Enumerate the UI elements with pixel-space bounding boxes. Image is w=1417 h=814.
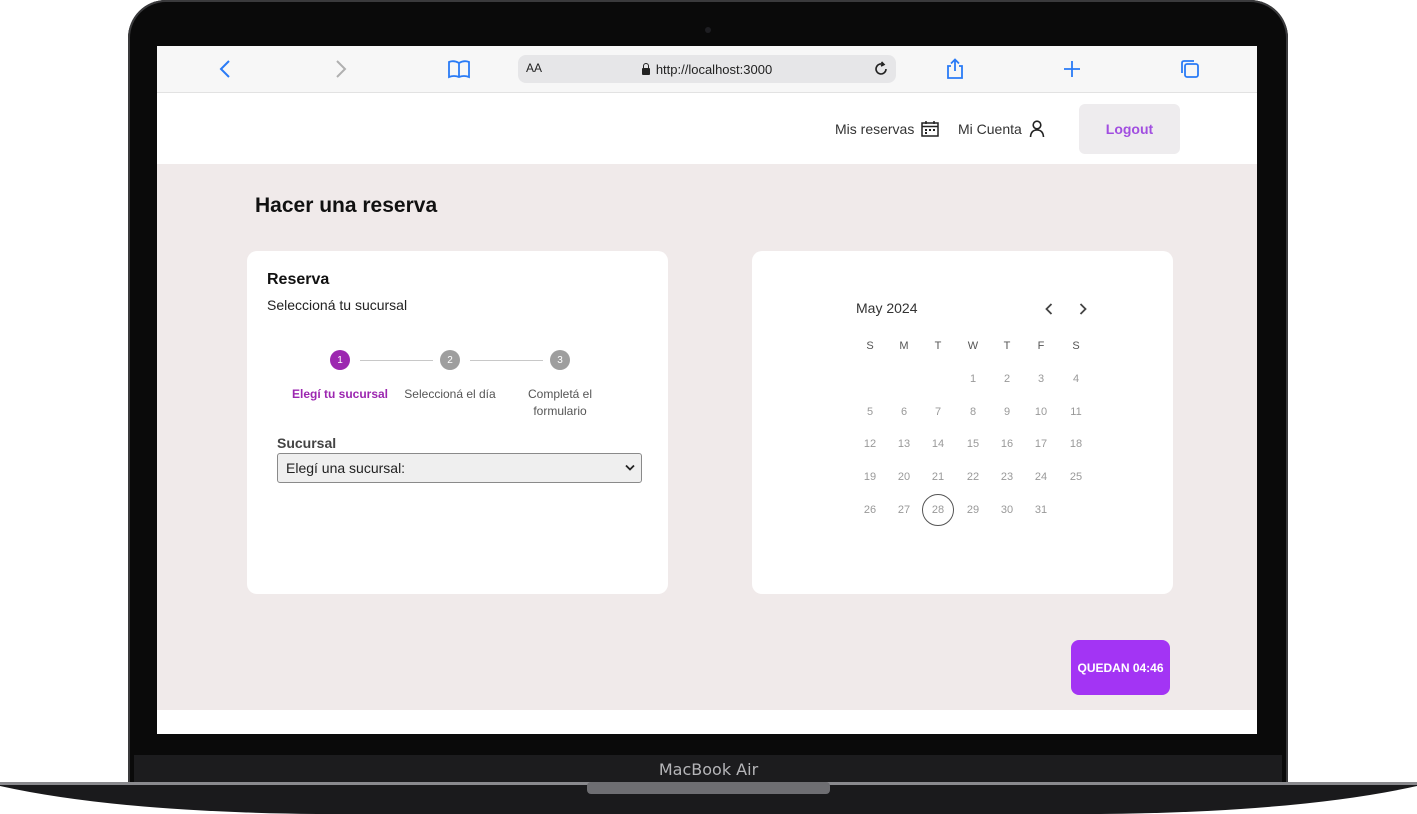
calendar-day[interactable]: 16: [991, 428, 1023, 460]
calendar-day[interactable]: 4: [1060, 363, 1092, 395]
calendar-day[interactable]: 13: [888, 428, 920, 460]
step-2-indicator: 2: [440, 350, 460, 370]
stepper-connector: [360, 360, 433, 361]
step-1-indicator: 1: [330, 350, 350, 370]
calendar-day[interactable]: 24: [1025, 461, 1057, 493]
branch-select-value: Elegí una sucursal:: [286, 460, 406, 476]
new-tab-icon[interactable]: [1060, 57, 1084, 81]
step-1-label: Elegí tu sucursal: [291, 387, 389, 401]
step-2-label: Seleccioná el día: [404, 387, 496, 401]
calendar-day[interactable]: 14: [922, 428, 954, 460]
url-field[interactable]: http://localhost:3000: [518, 62, 896, 77]
calendar-weekday: S: [866, 340, 874, 352]
calendar-month-label: May 2024: [856, 300, 918, 316]
forward-icon[interactable]: [329, 57, 353, 81]
step-3-label: Completá el formulario: [527, 387, 593, 418]
back-icon[interactable]: [213, 57, 237, 81]
calendar-weekday: T: [1003, 340, 1011, 352]
calendar-day[interactable]: 3: [1025, 363, 1057, 395]
tabs-icon[interactable]: [1178, 57, 1202, 81]
calendar-day[interactable]: 9: [991, 396, 1023, 428]
calendar-day[interactable]: 15: [957, 428, 989, 460]
calendar-weekday: F: [1037, 340, 1045, 352]
calendar-weekday: M: [899, 340, 909, 352]
calendar-day[interactable]: 7: [922, 396, 954, 428]
calendar-day[interactable]: 22: [957, 461, 989, 493]
calendar-day[interactable]: 29: [957, 494, 989, 526]
calendar-day[interactable]: 19: [854, 461, 886, 493]
device-brand-label: MacBook Air: [658, 760, 759, 779]
chevron-down-icon: [625, 464, 635, 471]
lock-icon: [641, 63, 650, 75]
calendar-day-today[interactable]: 28: [922, 494, 954, 526]
calendar-day[interactable]: 17: [1025, 428, 1057, 460]
bookmarks-icon[interactable]: [447, 57, 471, 81]
user-icon: [1029, 120, 1045, 138]
calendar-day[interactable]: 10: [1025, 396, 1057, 428]
calendar-icon: [921, 121, 940, 137]
calendar-day[interactable]: 23: [991, 461, 1023, 493]
url-text: http://localhost:3000: [655, 62, 773, 77]
reload-icon[interactable]: [872, 60, 890, 83]
time-remaining-badge[interactable]: QUEDAN 04:46: [1071, 640, 1170, 695]
calendar-day[interactable]: 25: [1060, 461, 1092, 493]
calendar-day[interactable]: 26: [854, 494, 886, 526]
nav-my-reservations-label: Mis reservas: [835, 120, 915, 137]
calendar-day[interactable]: 8: [957, 396, 989, 428]
reservation-card-subtitle: Seleccioná tu sucursal: [267, 297, 408, 313]
step-3-indicator: 3: [550, 350, 570, 370]
camera-icon: [705, 27, 711, 33]
calendar-day[interactable]: 30: [991, 494, 1023, 526]
browser-toolbar: AA http://localhost:3000: [157, 46, 1257, 93]
app-header: Mis reservas Mi Cuenta Logout: [157, 93, 1257, 164]
reservation-card: Reserva Seleccioná tu sucursal 1 2 3 Ele…: [247, 251, 668, 594]
calendar-day[interactable]: 6: [888, 396, 920, 428]
calendar-day[interactable]: 27: [888, 494, 920, 526]
calendar-day[interactable]: 2: [991, 363, 1023, 395]
calendar-day[interactable]: 5: [854, 396, 886, 428]
page-title: Hacer una reserva: [255, 194, 438, 217]
laptop-base: [0, 782, 1417, 814]
calendar-weekday: T: [934, 340, 942, 352]
address-bar[interactable]: AA http://localhost:3000: [518, 55, 896, 83]
calendar-day[interactable]: 31: [1025, 494, 1057, 526]
stepper-connector: [470, 360, 543, 361]
logout-button[interactable]: Logout: [1079, 104, 1180, 154]
calendar-next-icon[interactable]: [1075, 301, 1091, 317]
branch-select[interactable]: Elegí una sucursal:: [277, 453, 642, 483]
branch-field-label: Sucursal: [277, 435, 337, 451]
calendar-weekday: W: [967, 340, 979, 352]
nav-my-reservations[interactable]: Mis reservas: [835, 120, 940, 137]
calendar-day[interactable]: 11: [1060, 396, 1092, 428]
calendar-day[interactable]: 20: [888, 461, 920, 493]
nav-my-account-label: Mi Cuenta: [958, 121, 1022, 137]
calendar-day[interactable]: 12: [854, 428, 886, 460]
reservation-card-title: Reserva: [267, 271, 330, 288]
calendar-day[interactable]: 18: [1060, 428, 1092, 460]
calendar-prev-icon[interactable]: [1041, 301, 1057, 317]
calendar-day[interactable]: 1: [957, 363, 989, 395]
main-content: Hacer una reserva Reserva Seleccioná tu …: [157, 164, 1257, 710]
nav-my-account[interactable]: Mi Cuenta: [958, 120, 1045, 138]
share-icon[interactable]: [943, 57, 967, 81]
calendar-day[interactable]: 21: [922, 461, 954, 493]
calendar-card: May 2024 S M T W T F S 1 2 3 4 5 6 7 8 9 10 11 12 13…: [752, 251, 1173, 594]
browser-screen: AA http://localhost:3000 Mis reservas Mi…: [157, 46, 1257, 734]
calendar-weekday: S: [1072, 340, 1080, 352]
